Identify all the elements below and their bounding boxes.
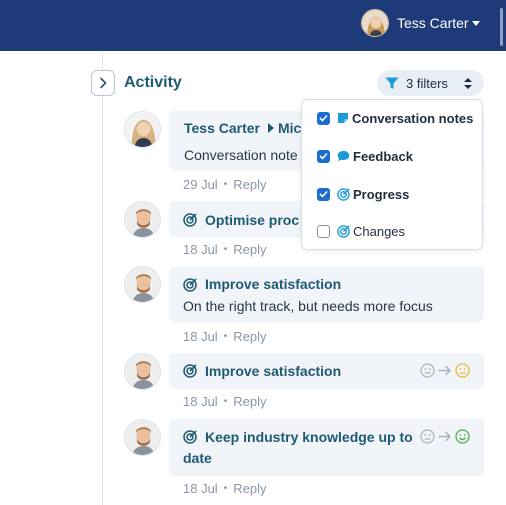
speech-bubble-icon <box>337 150 350 162</box>
progress-card[interactable]: Improve satisfaction <box>169 353 484 389</box>
filter-option-progress[interactable]: Progress <box>317 185 409 203</box>
sort-icon <box>464 78 472 89</box>
avatar <box>124 201 161 238</box>
goal-title[interactable]: Optimise proc <box>205 212 299 228</box>
caret-right-icon <box>268 123 274 133</box>
item-meta: 29 Jul • Reply <box>183 177 266 192</box>
filter-option-label: Conversation notes <box>352 110 474 126</box>
status-change <box>420 429 470 444</box>
avatar <box>124 353 161 390</box>
filters-dropdown: Conversation notes Feedback Progress Cha… <box>301 99 483 250</box>
progress-comment: On the right track, but needs more focus <box>183 298 433 314</box>
separator-dot: • <box>223 483 228 494</box>
avatar <box>124 266 161 303</box>
date: 18 Jul <box>183 394 218 409</box>
user-name: Tess Carter <box>397 15 469 31</box>
date: 18 Jul <box>183 242 218 257</box>
separator-dot: • <box>223 179 228 190</box>
reply-link[interactable]: Reply <box>233 329 266 344</box>
goal-target-icon <box>337 187 350 201</box>
goal-target-icon <box>183 430 197 444</box>
goal-target-icon <box>183 278 197 292</box>
reply-link[interactable]: Reply <box>233 394 266 409</box>
separator-dot: • <box>223 244 228 255</box>
sidebar-divider <box>102 51 103 505</box>
scrollbar[interactable] <box>500 8 503 46</box>
note-icon <box>337 112 349 124</box>
activity-heading: Activity <box>124 74 182 91</box>
reply-link[interactable]: Reply <box>233 481 266 496</box>
goal-title-line2[interactable]: date <box>183 450 212 466</box>
item-meta: 18 Jul • Reply <box>183 481 266 496</box>
goal-title[interactable]: Improve satisfaction <box>205 276 341 292</box>
chevron-right-icon <box>100 77 107 89</box>
checkmark-icon <box>319 114 328 122</box>
goal-title-line1[interactable]: Keep industry knowledge up to <box>205 429 413 445</box>
filter-option-changes[interactable]: Changes <box>317 222 405 240</box>
expand-sidebar-button[interactable] <box>91 70 115 96</box>
arrow-right-icon <box>438 431 451 442</box>
goal-target-icon <box>183 213 197 227</box>
filter-option-label: Changes <box>353 223 406 239</box>
goal-target-icon <box>337 224 350 238</box>
avatar <box>124 111 161 148</box>
user-menu[interactable]: Tess Carter <box>361 9 480 37</box>
item-meta: 18 Jul • Reply <box>183 242 266 257</box>
progress-card[interactable]: Improve satisfaction On the right track,… <box>169 266 484 322</box>
reply-link[interactable]: Reply <box>233 177 266 192</box>
status-change <box>420 363 470 378</box>
happy-face-icon <box>455 429 470 444</box>
note-text: Conversation note <box>184 147 298 163</box>
author-name[interactable]: Tess Carter <box>184 120 260 136</box>
filters-label: 3 filters <box>406 75 448 91</box>
date: 18 Jul <box>183 481 218 496</box>
checkmark-icon <box>319 190 328 198</box>
checkmark-icon <box>319 152 328 160</box>
separator-dot: • <box>223 396 228 407</box>
separator-dot: • <box>223 331 228 342</box>
avatar <box>124 419 161 456</box>
arrow-right-icon <box>438 365 451 376</box>
checkbox[interactable] <box>317 224 330 238</box>
goal-target-icon <box>183 364 197 378</box>
filter-option-feedback[interactable]: Feedback <box>317 147 413 165</box>
goal-title[interactable]: Improve satisfaction <box>205 363 341 379</box>
progress-card[interactable]: Keep industry knowledge up to date <box>169 418 484 476</box>
neutral-face-icon <box>420 363 435 378</box>
filters-button[interactable]: 3 filters <box>377 70 484 96</box>
filter-option-conversation-notes[interactable]: Conversation notes <box>317 109 473 127</box>
top-bar: Tess Carter <box>0 0 506 51</box>
filter-icon <box>385 77 399 89</box>
filter-option-label: Feedback <box>353 148 413 164</box>
item-meta: 18 Jul • Reply <box>183 329 266 344</box>
neutral-face-icon <box>420 429 435 444</box>
date: 29 Jul <box>183 177 218 192</box>
checkbox[interactable] <box>317 187 330 201</box>
smile-face-icon <box>455 363 470 378</box>
reply-link[interactable]: Reply <box>233 242 266 257</box>
checkbox[interactable] <box>317 111 330 125</box>
chevron-down-icon <box>471 20 480 26</box>
checkbox[interactable] <box>317 149 330 163</box>
filter-option-label: Progress <box>353 186 410 202</box>
date: 18 Jul <box>183 329 218 344</box>
item-meta: 18 Jul • Reply <box>183 394 266 409</box>
recipient-name[interactable]: Mic <box>278 120 301 136</box>
user-avatar <box>361 9 389 37</box>
